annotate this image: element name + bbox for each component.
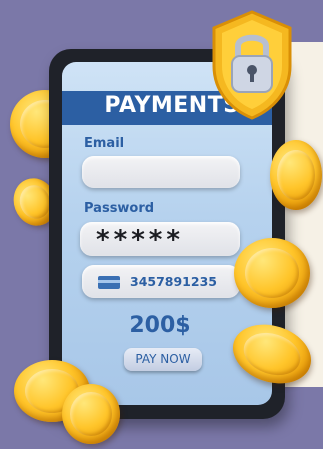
password-label: Password (84, 201, 155, 216)
password-value: ***** (96, 225, 184, 255)
email-field[interactable] (82, 156, 240, 188)
coin-icon (234, 238, 310, 308)
credit-card-icon (98, 276, 120, 289)
coin-icon (62, 384, 120, 444)
padlock-shield-icon (212, 10, 292, 120)
email-label: Email (84, 136, 125, 151)
card-number: 3457891235 (130, 274, 217, 289)
pay-now-button[interactable]: PAY NOW (124, 348, 202, 371)
payment-amount: 200$ (129, 313, 191, 338)
coin-icon (270, 140, 322, 210)
